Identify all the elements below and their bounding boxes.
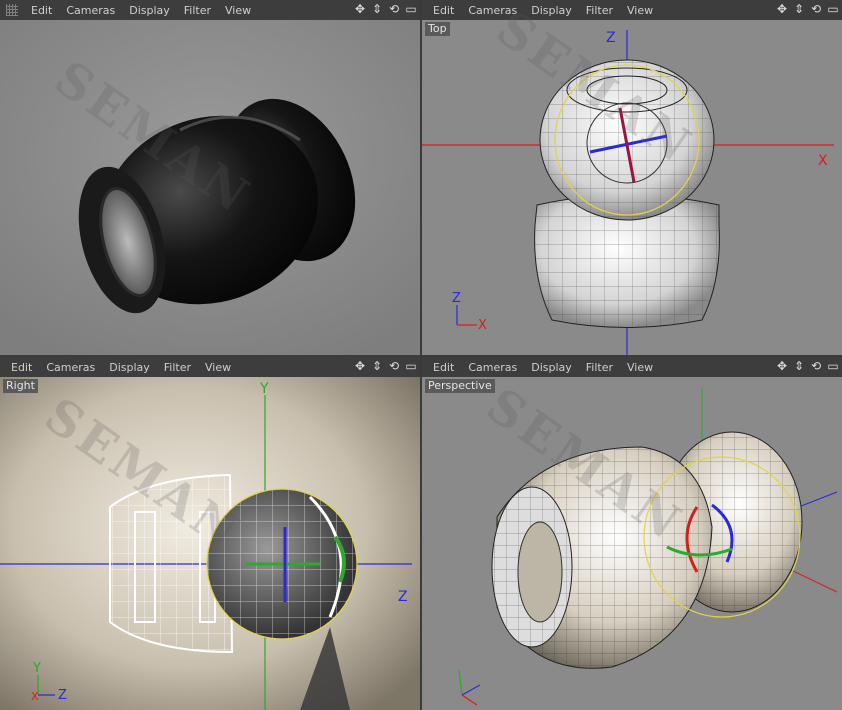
menu-edit[interactable]: Edit: [24, 4, 59, 17]
viewport-canvas[interactable]: Z X Z X Top SEMAN: [422, 0, 842, 355]
axis-z-label: Z: [398, 589, 408, 605]
menu-cameras[interactable]: Cameras: [461, 361, 524, 374]
viewport-menubar: Edit Cameras Display Filter View ✥ ⇕ ⟲ ▭: [0, 357, 420, 377]
rotate-icon[interactable]: ⟲: [387, 359, 401, 373]
menu-view[interactable]: View: [198, 361, 238, 374]
corner-x-label: X: [31, 690, 39, 703]
move-icon[interactable]: ✥: [353, 359, 367, 373]
zoom-icon[interactable]: ⇕: [370, 359, 384, 373]
rotate-icon[interactable]: ⟲: [809, 2, 823, 16]
menu-display[interactable]: Display: [122, 4, 177, 17]
menu-filter[interactable]: Filter: [579, 4, 620, 17]
top-wireframe: Z X Z X: [422, 20, 842, 355]
move-icon[interactable]: ✥: [353, 2, 367, 16]
menu-edit[interactable]: Edit: [4, 361, 39, 374]
menu-display[interactable]: Display: [102, 361, 157, 374]
menu-display[interactable]: Display: [524, 361, 579, 374]
viewport-canvas[interactable]: SEMAN: [0, 20, 420, 355]
menu-view[interactable]: View: [620, 361, 660, 374]
zoom-icon[interactable]: ⇕: [370, 2, 384, 16]
axis-y-label: Y: [259, 381, 269, 397]
viewport-label[interactable]: Perspective: [425, 379, 495, 393]
perspective-wireframe: [422, 377, 842, 710]
maximize-icon[interactable]: ▭: [826, 359, 840, 373]
grip-icon[interactable]: [6, 4, 18, 16]
rotate-icon[interactable]: ⟲: [809, 359, 823, 373]
menu-edit[interactable]: Edit: [426, 4, 461, 17]
viewport-top[interactable]: Edit Cameras Display Filter View ✥ ⇕ ⟲ ▭: [422, 0, 842, 355]
menu-display[interactable]: Display: [524, 4, 579, 17]
earbud-render: [0, 20, 420, 355]
viewport-label[interactable]: Top: [425, 22, 450, 36]
viewport-menubar: Edit Cameras Display Filter View ✥ ⇕ ⟲ ▭: [422, 357, 842, 377]
viewport-canvas[interactable]: Perspective SEMAN: [422, 377, 842, 710]
menu-cameras[interactable]: Cameras: [461, 4, 524, 17]
menu-edit[interactable]: Edit: [426, 361, 461, 374]
viewport-render[interactable]: Edit Cameras Display Filter View ✥ ⇕ ⟲ ▭: [0, 0, 420, 355]
move-icon[interactable]: ✥: [775, 359, 789, 373]
viewport-right[interactable]: Edit Cameras Display Filter View ✥ ⇕ ⟲ ▭: [0, 357, 420, 710]
right-wireframe: Y Z X Y Z: [0, 377, 420, 710]
axis-z-label: Z: [606, 30, 616, 46]
menu-view[interactable]: View: [218, 4, 258, 17]
viewport-menubar: Edit Cameras Display Filter View ✥ ⇕ ⟲ ▭: [0, 0, 420, 20]
menu-cameras[interactable]: Cameras: [59, 4, 122, 17]
viewport-perspective[interactable]: Edit Cameras Display Filter View ✥ ⇕ ⟲ ▭: [422, 357, 842, 710]
menu-filter[interactable]: Filter: [579, 361, 620, 374]
move-icon[interactable]: ✥: [775, 2, 789, 16]
corner-z-label: Z: [452, 291, 461, 306]
maximize-icon[interactable]: ▭: [404, 2, 418, 16]
zoom-icon[interactable]: ⇕: [792, 2, 806, 16]
corner-y-label: Y: [32, 661, 41, 676]
menu-filter[interactable]: Filter: [177, 4, 218, 17]
maximize-icon[interactable]: ▭: [826, 2, 840, 16]
viewport-canvas[interactable]: Y Z X Y Z Right SEMAN: [0, 377, 420, 710]
zoom-icon[interactable]: ⇕: [792, 359, 806, 373]
corner-z-label: Z: [58, 688, 67, 703]
viewport-menubar: Edit Cameras Display Filter View ✥ ⇕ ⟲ ▭: [422, 0, 842, 20]
menu-filter[interactable]: Filter: [157, 361, 198, 374]
menu-view[interactable]: View: [620, 4, 660, 17]
axis-x-label: X: [818, 153, 828, 169]
rotate-icon[interactable]: ⟲: [387, 2, 401, 16]
corner-x-label: X: [478, 318, 487, 333]
maximize-icon[interactable]: ▭: [404, 359, 418, 373]
menu-cameras[interactable]: Cameras: [39, 361, 102, 374]
viewport-label[interactable]: Right: [3, 379, 38, 393]
